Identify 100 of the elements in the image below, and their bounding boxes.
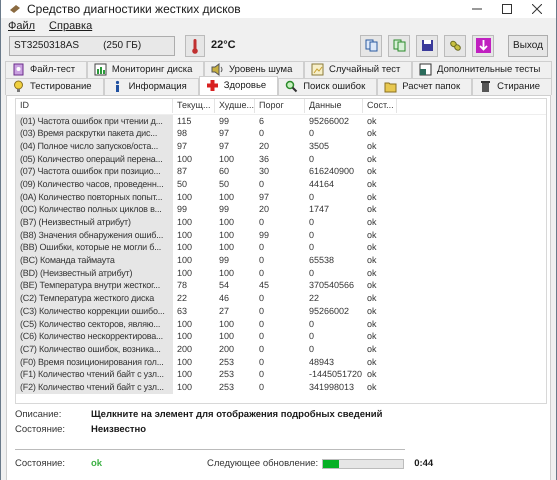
tab[interactable]: Информация [104,78,199,94]
table-cell-text: 46 [218,292,230,305]
bulb-icon [12,80,25,93]
table-cell-text: 0 [258,318,266,330]
table-cell-text: ok [366,342,378,356]
close-icon[interactable] [532,4,542,14]
table-cell-text: 100 [218,228,236,242]
tab[interactable]: Мониторинг диска [86,60,204,78]
menu-item[interactable]: Справка [49,18,92,34]
column-header[interactable]: Сост... [363,99,397,113]
table-cell-text: 100 [176,152,194,166]
table-cell: (C3) Количество коррекции ошибо... [16,304,173,318]
table-cell: (09) Количество часов, проведенн... [16,178,173,191]
table-cell-text: 253 [218,380,236,394]
table-cell-text: ok [366,292,378,305]
tab[interactable]: Стирание [472,78,552,94]
menu-item[interactable]: Файл [8,18,36,34]
drive-dropdown[interactable]: ST3250318AS (250 ГБ) [9,36,175,56]
tab[interactable]: Поиск ошибок [278,78,378,94]
table-cell-text: ok [366,279,378,292]
table-cell-text: 97 [258,190,270,204]
tab[interactable]: Файл-тест [5,60,87,78]
table-cell: (0A) Количество повторных попыт... [16,190,173,204]
table-cell: (BC) Команда таймаута [16,254,173,267]
tab[interactable]: Случайный тест [304,60,412,78]
table-cell-text: 115 [176,114,192,128]
table-cell-text: ok [366,178,378,191]
table-cell-text: 0 [258,216,266,229]
table-cell-text: 22 [308,292,320,305]
column-header[interactable]: ID [16,99,173,113]
table-cell-text: 36 [258,152,270,166]
table-cell-text: 0 [258,292,266,305]
window-icon [419,63,432,76]
column-header[interactable]: Данные [305,99,363,113]
table-cell-text: 87 [176,165,188,178]
table-cell: (F1) Количество чтений байт с узл... [16,368,173,381]
table-cell-text: 0 [258,178,266,191]
table-cell-text: 97 [176,140,188,153]
table-cell-text: ok [366,304,378,318]
table-cell-text: 100 [176,368,194,381]
table-cell-text: 98 [176,127,188,140]
table-cell-text: 50 [176,178,188,191]
copy-icon [392,39,406,52]
table-cell-text: 200 [218,342,236,356]
tab[interactable]: Здоровье [198,76,278,94]
table-cell: (01) Частота ошибок при чтении д... [16,114,173,128]
tab[interactable]: Дополнительные тесты [412,60,552,78]
thermometer-button[interactable] [185,34,205,56]
table-cell-text: 0 [308,266,316,280]
table-cell: (03) Время раскрутки пакета дис... [16,127,173,140]
exit-button[interactable]: Выход [508,34,548,56]
table-cell-text: 100 [218,266,236,280]
table-cell-text: 63 [176,304,188,318]
tab[interactable]: Тестирование [5,78,104,94]
search-icon [285,80,298,93]
column-header[interactable]: Текущ... [173,99,215,113]
table-cell-text: 95266002 [308,304,350,318]
table-cell-text: 0 [258,266,266,280]
table-cell-text: 341998013 [308,380,356,394]
chain-icon [448,39,462,52]
table-cell-text: 0 [258,330,266,343]
maximize-icon[interactable] [502,4,512,14]
copy-button[interactable] [360,34,382,56]
table-cell: (BB) Ошибки, которые не могли б... [16,241,173,254]
table-cell: (C5) Количество секторов, являю... [16,318,173,330]
save-button[interactable] [416,34,438,56]
table-cell-text: 100 [176,216,194,229]
table-cell-text: ok [366,228,378,242]
table-cell-text: 100 [176,254,194,267]
table-cell-text: 100 [218,190,236,204]
column-header[interactable]: Худше... [215,99,255,113]
next-update-label: Следующее обновление: [207,456,318,471]
download-icon [476,38,490,53]
table-cell-text: 0 [308,190,316,204]
column-header[interactable]: Порог [255,99,305,113]
table-cell-text: 0 [258,342,266,356]
temperature-reading: 22°C [211,38,236,54]
tab[interactable]: Расчет папок [377,78,472,94]
next-update-time: 0:44 [414,456,434,471]
tab[interactable]: Уровень шума [204,60,304,78]
detail-value: Щелкните на элемент для отображения подробных сведений [91,408,384,422]
table-cell-text: 616240900 [308,165,356,178]
table-cell-text: 99 [218,254,230,267]
table-cell-text: ok [366,165,378,178]
link-button[interactable] [444,34,466,56]
table-cell: (04) Полное число запусков/оста... [16,140,173,153]
table-cell-text: 99 [258,228,270,242]
table-cell-text: 0 [308,330,316,343]
download-button[interactable] [472,34,494,56]
copy-button[interactable] [388,34,410,56]
table-cell-text: 100 [218,216,236,229]
table-cell-text: ok [366,241,378,254]
table-cell-text: 200 [176,342,194,356]
table-cell-text: 0 [308,152,316,166]
table-cell-text: 253 [218,368,236,381]
table-cell-text: 100 [176,356,194,368]
table-cell-text: 60 [218,165,230,178]
table-cell-text: 100 [218,241,236,254]
window-title: Средство диагностики жестких дисков [27,1,241,18]
table-cell-text: 44164 [308,178,336,191]
